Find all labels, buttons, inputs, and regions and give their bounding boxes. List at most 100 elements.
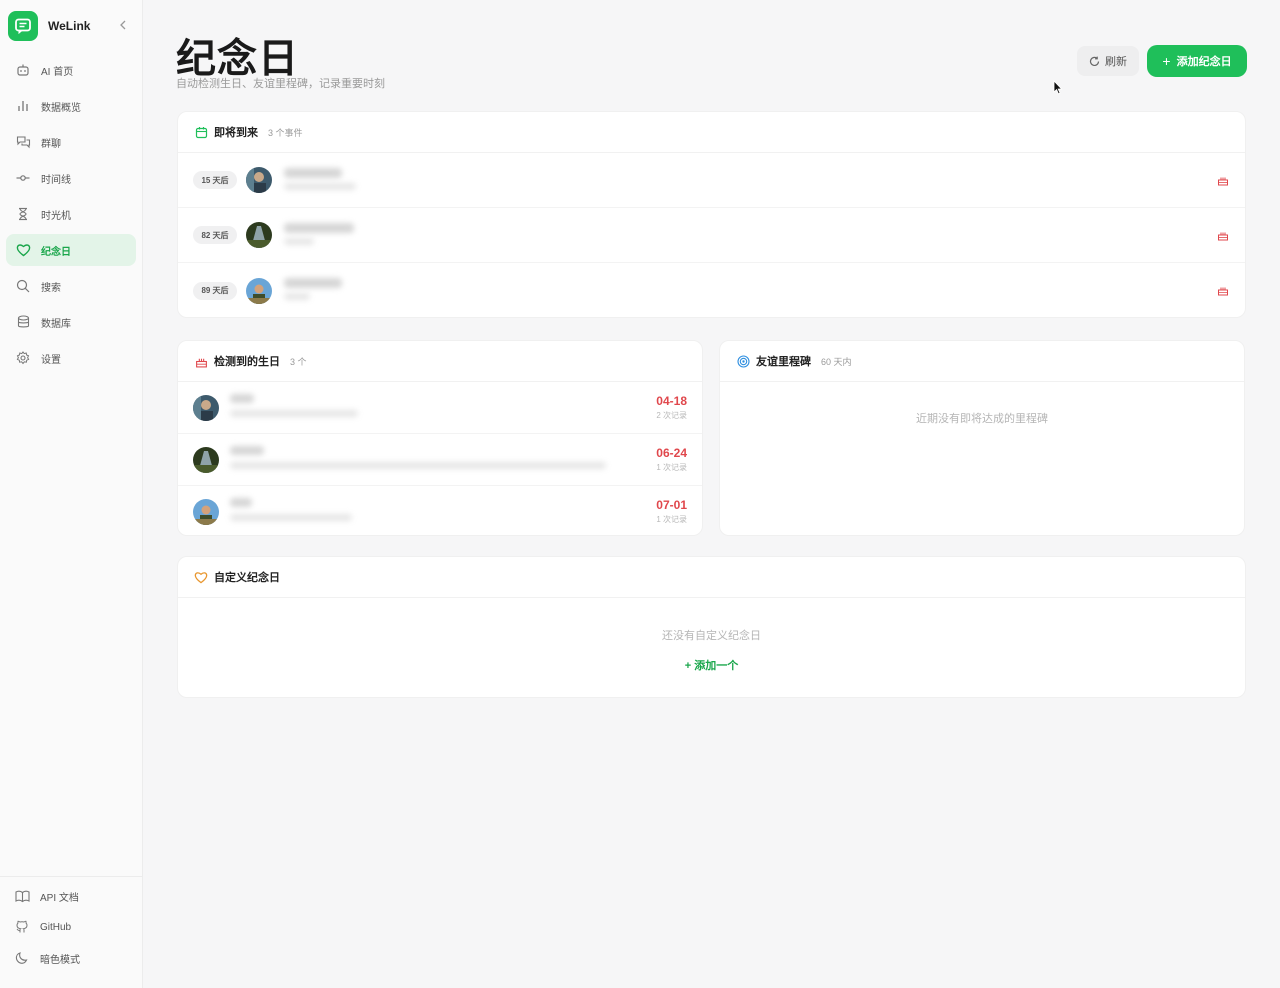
sidebar-item-label: 数据概览 [41, 102, 81, 114]
cake-icon [1217, 283, 1229, 301]
chevron-left-icon [120, 20, 126, 30]
blurred-name [230, 446, 264, 455]
sidebar: WeLink AI 首页 数据概览 群聊 时间线 时光机 纪念日 搜索 数据库 … [0, 0, 143, 988]
milestones-title: 友谊里程碑 [756, 356, 811, 368]
upcoming-header: 即将到来 3 个事件 [178, 112, 1245, 153]
blurred-detail [284, 293, 310, 300]
blurred-name [284, 223, 354, 233]
custom-anniversaries-card: 自定义纪念日 还没有自定义纪念日 + 添加一个 [177, 556, 1246, 698]
heart-icon [15, 242, 31, 258]
sidebar-item-label: AI 首页 [41, 66, 74, 78]
sidebar-item-database[interactable]: 数据库 [6, 306, 136, 338]
sidebar-item-groups[interactable]: 群聊 [6, 126, 136, 158]
upcoming-title: 即将到来 [214, 127, 258, 139]
add-anniversary-label: 添加纪念日 [1176, 56, 1232, 68]
app-logo-icon [8, 11, 38, 41]
avatar [246, 277, 272, 304]
gear-icon [15, 350, 31, 366]
add-one-link[interactable]: + 添加一个 [178, 657, 1245, 673]
chat-bubbles-icon [15, 134, 31, 150]
github-icon [14, 919, 30, 935]
page-subtitle: 自动检测生日、友谊里程碑，记录重要时刻 [176, 78, 385, 90]
avatar [193, 499, 219, 525]
blurred-name [284, 168, 342, 178]
avatar [193, 446, 219, 473]
sidebar-item-label: 数据库 [41, 318, 71, 330]
sidebar-item-label: 时间线 [41, 174, 71, 186]
blurred-detail [284, 183, 356, 190]
milestones-range: 60 天内 [821, 356, 852, 367]
timeline-icon [15, 170, 31, 186]
blurred-detail [230, 462, 606, 469]
upcoming-count: 3 个事件 [268, 127, 303, 138]
birthdays-count: 3 个 [290, 356, 307, 367]
sidebar-item-search[interactable]: 搜索 [6, 270, 136, 302]
sidebar-item-time-machine[interactable]: 时光机 [6, 198, 136, 230]
days-badge: 15 天后 [193, 171, 237, 189]
avatar [246, 222, 272, 248]
sidebar-item-dark-mode[interactable]: 暗色模式 [6, 944, 136, 972]
sidebar-divider [0, 876, 143, 877]
mouse-cursor-icon [1053, 80, 1063, 95]
sidebar-item-ai-home[interactable]: AI 首页 [6, 54, 136, 86]
birthdays-header: 检测到的生日 3 个 [178, 341, 702, 382]
plus-icon: + [1162, 53, 1171, 69]
brand[interactable]: WeLink [8, 11, 90, 41]
cake-icon [194, 354, 208, 368]
table-row[interactable]: 07-01 1 次记录 [178, 486, 702, 535]
bar-chart-icon [15, 98, 31, 114]
sidebar-item-label: 设置 [41, 354, 61, 366]
sidebar-item-label: 群聊 [41, 138, 61, 150]
record-count: 1 次记录 [656, 463, 687, 472]
sidebar-nav: AI 首页 数据概览 群聊 时间线 时光机 纪念日 搜索 数据库 设置 [6, 54, 136, 378]
list-item[interactable]: 89 天后 [178, 263, 1245, 317]
blurred-name [284, 278, 342, 288]
avatar [193, 394, 219, 421]
refresh-button[interactable]: 刷新 [1077, 46, 1139, 76]
avatar [246, 167, 272, 193]
sidebar-bottom-nav: API 文档 GitHub 暗色模式 [6, 882, 136, 975]
custom-title: 自定义纪念日 [214, 572, 280, 584]
list-item[interactable]: 82 天后 [178, 208, 1245, 263]
table-row[interactable]: 06-24 1 次记录 [178, 434, 702, 486]
hourglass-icon [15, 206, 31, 222]
sidebar-item-settings[interactable]: 设置 [6, 342, 136, 374]
custom-empty: 还没有自定义纪念日 [662, 630, 761, 642]
list-item[interactable]: 15 天后 [178, 153, 1245, 208]
add-anniversary-button[interactable]: + 添加纪念日 [1147, 45, 1247, 77]
sidebar-item-label: GitHub [40, 921, 72, 933]
book-icon [14, 888, 30, 904]
cake-icon [1217, 173, 1229, 191]
milestones-header: 友谊里程碑 60 天内 [720, 341, 1244, 382]
milestones-card: 友谊里程碑 60 天内 近期没有即将达成的里程碑 [719, 340, 1245, 536]
sidebar-item-label: API 文档 [40, 892, 79, 904]
birthdays-title: 检测到的生日 [214, 356, 280, 368]
days-badge: 82 天后 [193, 226, 237, 244]
sidebar-item-github[interactable]: GitHub [6, 913, 136, 941]
sidebar-item-timeline[interactable]: 时间线 [6, 162, 136, 194]
app-name: WeLink [48, 19, 91, 33]
blurred-name [230, 394, 254, 403]
blurred-detail [230, 514, 352, 521]
calendar-icon [194, 125, 208, 139]
blurred-detail [284, 238, 314, 245]
heart-icon [194, 570, 208, 584]
database-icon [15, 314, 31, 330]
target-icon [736, 354, 750, 368]
refresh-icon [1089, 56, 1100, 67]
sidebar-item-api-docs[interactable]: API 文档 [6, 882, 136, 910]
birthday-date: 04-18 [656, 394, 687, 408]
sidebar-item-overview[interactable]: 数据概览 [6, 90, 136, 122]
cake-icon [1217, 228, 1229, 246]
collapse-sidebar-button[interactable] [116, 17, 130, 33]
table-row[interactable]: 04-18 2 次记录 [178, 382, 702, 434]
record-count: 1 次记录 [656, 515, 687, 524]
blurred-detail [230, 410, 358, 417]
birthdays-card: 检测到的生日 3 个 04-18 2 次记录 06-24 1 次记录 07-01… [177, 340, 703, 536]
sidebar-item-label: 搜索 [41, 282, 61, 294]
search-icon [15, 278, 31, 294]
sidebar-item-anniversaries[interactable]: 纪念日 [6, 234, 136, 266]
refresh-label: 刷新 [1105, 56, 1127, 68]
milestones-empty: 近期没有即将达成的里程碑 [916, 413, 1048, 425]
moon-icon [14, 950, 30, 966]
